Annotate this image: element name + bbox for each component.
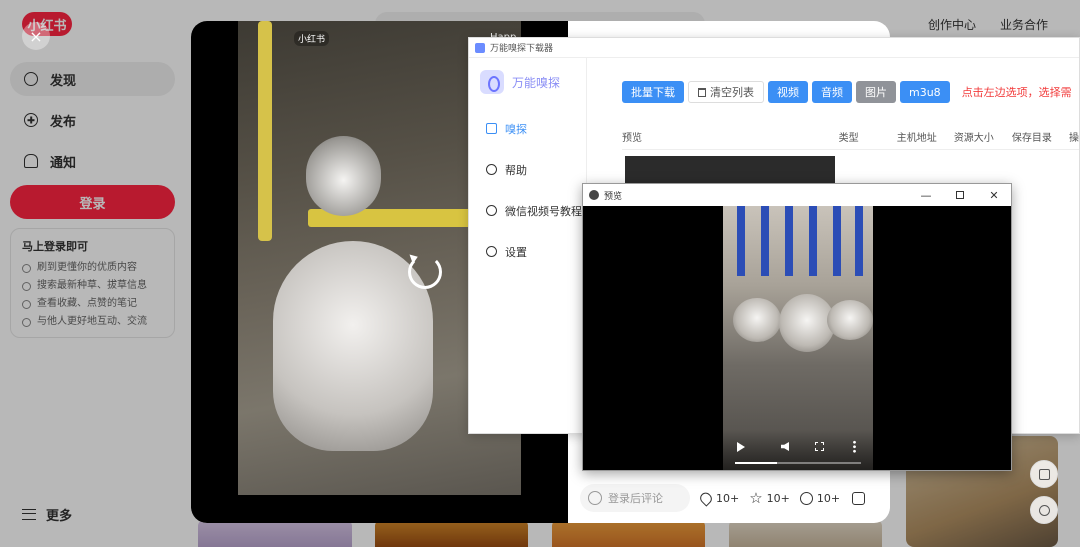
floating-tools — [1030, 460, 1058, 532]
video-progress-bar[interactable] — [735, 462, 861, 464]
replay-icon[interactable] — [408, 255, 442, 289]
resource-table-header: 预览 类型 主机地址 资源大小 保存目录 操 — [622, 124, 1079, 150]
comment-placeholder: 登录后评论 — [608, 492, 663, 505]
menu-label: 微信视频号教程 — [505, 204, 582, 218]
wechat-icon — [486, 205, 497, 216]
toolbar-hint: 点击左边选项，选择需 — [961, 86, 1072, 99]
clear-list-label: 清空列表 — [710, 86, 754, 99]
video-scene-pole — [761, 206, 769, 276]
menu-label: 设置 — [505, 245, 527, 259]
batch-download-button[interactable]: 批量下载 — [622, 81, 684, 103]
share-icon — [486, 164, 497, 175]
video-scene-puppy — [827, 300, 873, 340]
video-scene-puppy — [733, 298, 781, 342]
downloader-brand: 万能嗅探 — [469, 58, 586, 94]
downloader-titlebar[interactable]: 万能嗅探下载器 — [469, 38, 1079, 58]
close-button[interactable]: ✕ — [977, 184, 1011, 206]
comment-button[interactable]: 10+ — [799, 491, 841, 505]
menu-item-wechat-tutorial[interactable]: 微信视频号教程 — [469, 190, 586, 231]
image-icon — [1038, 468, 1050, 480]
filter-m3u8-button[interactable]: m3u8 — [900, 81, 950, 103]
close-icon: × — [29, 26, 43, 46]
video-scene-pole — [833, 206, 841, 276]
heart-icon — [697, 489, 715, 507]
video-scene-pole — [809, 206, 817, 276]
app-icon — [475, 42, 485, 53]
video-scene-pole — [785, 206, 793, 276]
more-options-icon[interactable] — [853, 440, 856, 453]
video-scene-pole — [258, 21, 272, 241]
video-scene-pole — [737, 206, 745, 276]
filter-image-button[interactable]: 图片 — [856, 81, 896, 103]
fullscreen-icon[interactable] — [815, 442, 824, 451]
preview-window: 预览 — ✕ — [582, 183, 1012, 471]
comment-input[interactable]: 登录后评论 — [580, 484, 690, 512]
like-button[interactable]: 10+ — [697, 489, 740, 507]
trash-icon — [698, 87, 706, 97]
downloader-sidebar: 万能嗅探 嗅探 帮助 微信视频号教程 设置 — [469, 58, 587, 433]
column-actions: 操 — [1069, 133, 1080, 144]
video-scene-pole — [855, 206, 863, 276]
column-type: 类型 — [838, 133, 859, 144]
volume-icon[interactable] — [781, 442, 789, 451]
menu-label: 嗅探 — [505, 122, 527, 136]
app-icon — [589, 190, 599, 200]
maximize-button[interactable] — [943, 184, 977, 206]
avatar-icon — [588, 491, 602, 505]
close-note-button[interactable]: × — [22, 22, 50, 50]
preview-titlebar[interactable]: 预览 — ✕ — [583, 184, 1011, 206]
menu-item-help[interactable]: 帮助 — [469, 149, 586, 190]
menu-label: 帮助 — [505, 163, 527, 177]
column-size: 资源大小 — [953, 133, 994, 144]
video-controls — [723, 430, 873, 470]
window-controls: — ✕ — [909, 184, 1011, 206]
engagement-bar: 登录后评论 10+ ☆ 10+ 10+ — [580, 482, 890, 514]
filter-video-button[interactable]: 视频 — [768, 81, 808, 103]
video-camera-icon — [486, 123, 497, 134]
antenna-icon — [480, 70, 504, 94]
image-tool-button[interactable] — [1030, 460, 1058, 488]
comment-count: 10+ — [816, 491, 841, 505]
preview-title: 预览 — [604, 191, 623, 202]
video-progress-fill — [735, 462, 777, 464]
downloader-toolbar: 批量下载 清空列表 视频 音频 图片 m3u8 点击左边选项，选择需 — [622, 81, 1072, 103]
filter-audio-button[interactable]: 音频 — [812, 81, 852, 103]
downloader-title: 万能嗅探下载器 — [490, 44, 554, 54]
video-scene-puppy — [306, 136, 381, 216]
refresh-icon — [1038, 504, 1050, 516]
minimize-button[interactable]: — — [909, 184, 943, 206]
resource-preview-thumbnail[interactable] — [625, 156, 835, 186]
chat-bubble-icon — [799, 491, 813, 505]
like-count: 10+ — [716, 491, 740, 505]
preview-video[interactable] — [723, 206, 873, 470]
menu-item-settings[interactable]: 设置 — [469, 231, 586, 272]
gear-icon — [486, 246, 497, 257]
column-save-dir: 保存目录 — [1011, 133, 1052, 144]
collect-button[interactable]: ☆ 10+ — [749, 488, 790, 507]
column-preview: 预览 — [622, 133, 642, 144]
column-host: 主机地址 — [896, 133, 937, 144]
star-icon: ☆ — [749, 488, 763, 507]
brand-name: 万能嗅探 — [512, 75, 561, 90]
video-watermark: 小红书 — [294, 31, 330, 46]
collect-count: 10+ — [766, 491, 790, 505]
maximize-icon — [956, 191, 964, 199]
downloader-menu: 嗅探 帮助 微信视频号教程 设置 — [469, 108, 586, 272]
play-icon[interactable] — [737, 442, 745, 452]
menu-item-sniff[interactable]: 嗅探 — [469, 108, 586, 149]
share-icon[interactable] — [852, 491, 866, 505]
clear-list-button[interactable]: 清空列表 — [688, 81, 764, 103]
refresh-tool-button[interactable] — [1030, 496, 1058, 524]
